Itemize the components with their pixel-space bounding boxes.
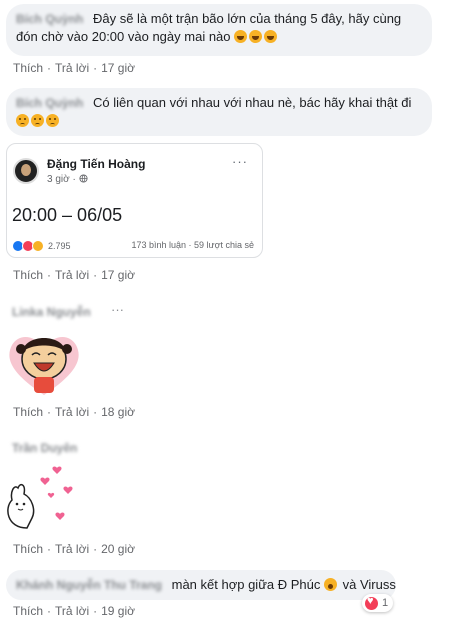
disappointed-face-icon [16, 114, 29, 127]
comment-actions: Thích · Trả lời · 18 giờ [13, 405, 135, 419]
post-stats[interactable]: 173 bình luận · 59 lượt chia sẻ [131, 240, 254, 250]
like-link[interactable]: Thích [13, 268, 43, 282]
reply-link[interactable]: Trả lời [55, 61, 89, 75]
comment-bubble-2: Bích Quỳnh Có liên quan với nhau với nha… [6, 88, 432, 136]
more-options-icon[interactable]: ··· [232, 154, 248, 169]
post-time: 3 giờ · [47, 174, 88, 185]
disappointed-face-icon [31, 114, 44, 127]
comment-count[interactable]: 173 bình luận [131, 240, 186, 250]
heart-icon [365, 595, 378, 610]
comment-actions: Thích · Trả lời · 17 giờ [13, 268, 135, 282]
comment-author[interactable]: Linka Nguyễn [12, 305, 91, 319]
comment-time[interactable]: 19 giờ [101, 604, 135, 618]
globe-icon [79, 174, 88, 183]
comment-actions: Thích · Trả lời · 19 giờ [13, 604, 135, 618]
like-link[interactable]: Thích [13, 61, 43, 75]
like-link[interactable]: Thích [13, 542, 43, 556]
face-screaming-in-fear-icon [324, 578, 337, 591]
more-options-icon[interactable]: ··· [111, 302, 124, 317]
comment-bubble-1: Bích Quỳnh Đây sẽ là một trận bão lớn củ… [6, 4, 432, 56]
comment-time[interactable]: 20 giờ [101, 542, 135, 556]
comment-author[interactable]: Bích Quỳnh [16, 12, 83, 26]
comment-actions: Thích · Trả lời · 17 giờ [13, 61, 135, 75]
reaction-count: 2.795 [48, 241, 71, 251]
rolling-on-floor-laughing-icon [249, 30, 263, 43]
comment-author[interactable]: Trần Duyên [12, 441, 77, 455]
reply-link[interactable]: Trả lời [55, 542, 89, 556]
like-link[interactable]: Thích [13, 604, 43, 618]
disappointed-face-icon [46, 114, 59, 127]
sticker-bunny-hearts [2, 458, 82, 538]
avatar[interactable] [13, 158, 39, 184]
post-content: 20:00 – 06/05 [12, 205, 123, 225]
reply-link[interactable]: Trả lời [55, 604, 89, 618]
reply-link[interactable]: Trả lời [55, 268, 89, 282]
comment-time[interactable]: 17 giờ [101, 268, 135, 282]
comment-reaction-badge[interactable]: 1 [362, 594, 394, 612]
post-reactions[interactable]: 2.795 [12, 240, 71, 252]
rolling-on-floor-laughing-icon [234, 30, 248, 43]
comment-time[interactable]: 17 giờ [101, 61, 135, 75]
comment-text: và Viruss [342, 577, 396, 592]
reply-link[interactable]: Trả lời [55, 405, 89, 419]
comment-text: màn kết hợp giữa Đ Phúc [171, 577, 321, 592]
share-count[interactable]: 59 lượt chia sẻ [194, 240, 254, 250]
comment-time[interactable]: 18 giờ [101, 405, 135, 419]
comment-actions: Thích · Trả lời · 20 giờ [13, 542, 135, 556]
comment-author[interactable]: Khánh Nguyễn Thu Trang [16, 578, 162, 592]
comment-text: Đây sẽ là một trận bão lớn của tháng 5 đ… [92, 11, 402, 26]
rolling-on-floor-laughing-icon [264, 30, 278, 43]
haha-reaction-icon [32, 240, 44, 252]
comment-text: đón chờ vào 20:00 vào ngày mai nào [16, 29, 231, 44]
sticker-laughing-girl [4, 325, 84, 400]
like-link[interactable]: Thích [13, 405, 43, 419]
post-author-name[interactable]: Đặng Tiến Hoàng [47, 157, 145, 171]
comment-bubble-5: Khánh Nguyễn Thu Trang màn kết hợp giữa … [6, 570, 396, 600]
comment-text: Có liên quan với nhau với nhau nè, bác h… [92, 95, 412, 110]
reaction-count: 1 [382, 597, 389, 609]
comment-author[interactable]: Bích Quỳnh [16, 96, 83, 110]
shared-post-card[interactable]: Đặng Tiến Hoàng 3 giờ · ··· 20:00 – 06/0… [6, 143, 263, 258]
